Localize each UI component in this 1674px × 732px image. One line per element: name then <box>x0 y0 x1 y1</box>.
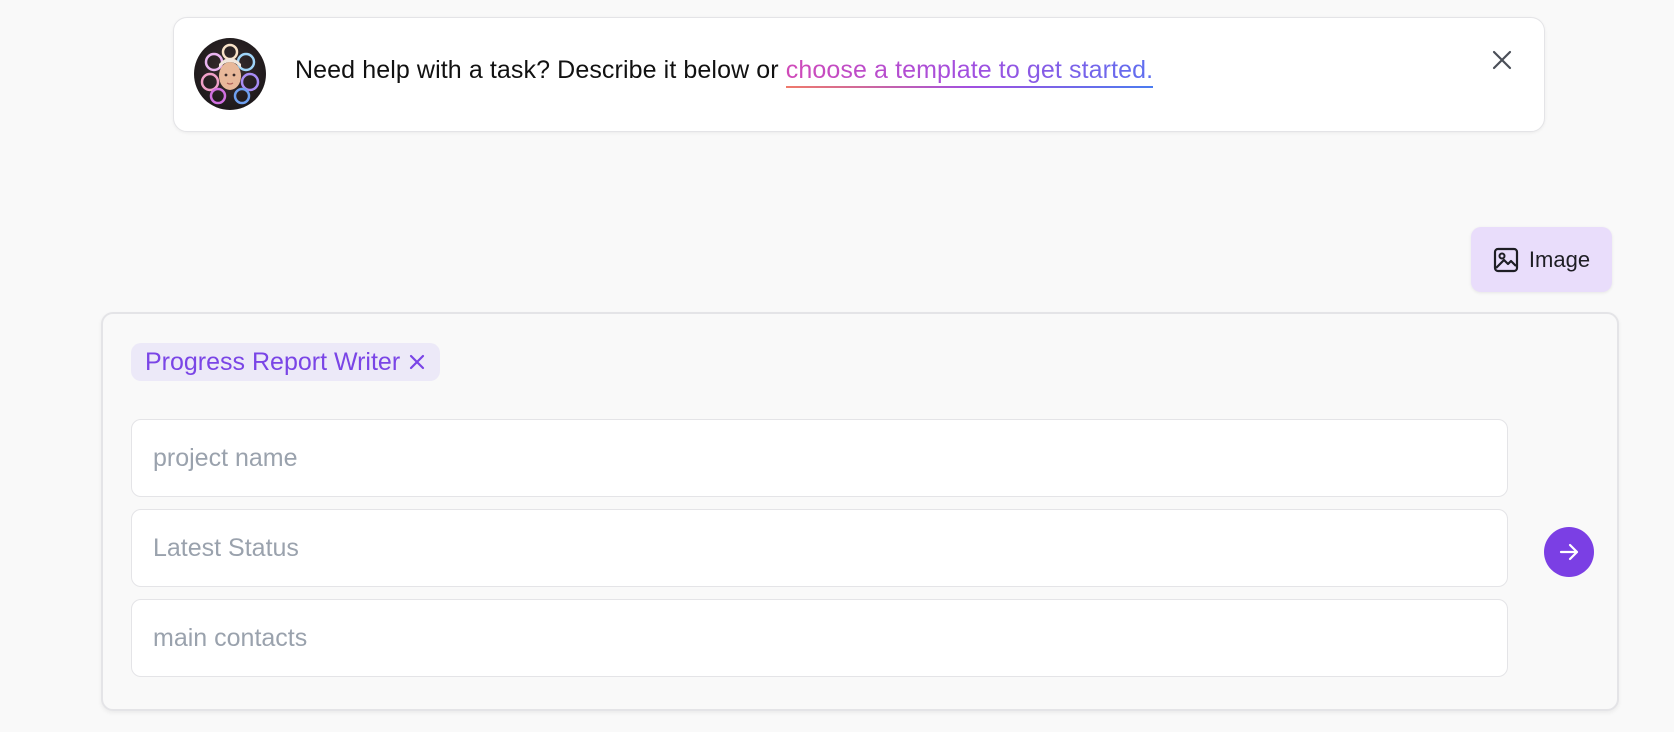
image-icon <box>1493 247 1519 272</box>
banner-message-text: Need help with a task? Describe it below… <box>295 56 786 84</box>
latest-status-input[interactable] <box>131 509 1508 587</box>
assistant-avatar <box>194 38 266 110</box>
image-button[interactable]: Image <box>1471 227 1612 292</box>
choose-template-link[interactable]: choose a template to get started. <box>785 56 1154 88</box>
template-chip-label: Progress Report Writer <box>145 347 401 376</box>
avatar-image <box>200 43 260 105</box>
close-icon <box>1492 50 1512 70</box>
template-chip-remove-button[interactable] <box>408 353 426 371</box>
template-chip: Progress Report Writer <box>131 343 441 381</box>
banner-close-button[interactable] <box>1486 44 1518 76</box>
banner-message: Need help with a task? Describe it below… <box>295 56 1154 88</box>
close-icon <box>410 354 425 370</box>
project-name-input[interactable] <box>131 419 1508 497</box>
main-contacts-input[interactable] <box>131 599 1508 677</box>
arrow-right-icon <box>1559 543 1579 561</box>
help-banner: Need help with a task? Describe it below… <box>173 17 1545 132</box>
template-form-card: Progress Report Writer <box>101 312 1619 711</box>
submit-button[interactable] <box>1544 527 1594 577</box>
image-button-label: Image <box>1528 246 1591 272</box>
